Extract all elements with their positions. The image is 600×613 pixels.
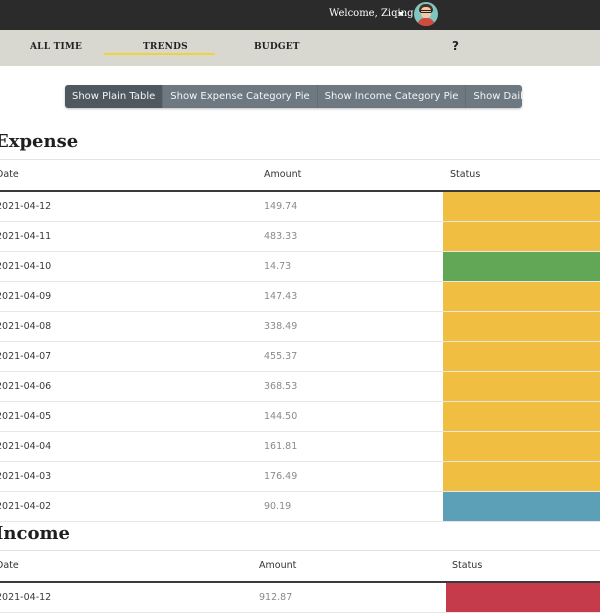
row-amount: 149.74: [264, 201, 298, 212]
row-amount: 14.73: [264, 261, 292, 272]
row-date: 2021-04-07: [0, 351, 52, 362]
nav-trends[interactable]: TRENDS: [143, 42, 188, 52]
show-daily-line-chart-button[interactable]: Show Daily Line Chart: [466, 85, 522, 108]
expense-title: Expense: [0, 131, 79, 152]
table-row: 2021-04-05 144.50: [0, 402, 600, 432]
row-date: 2021-04-04: [0, 441, 52, 452]
nav-all-time[interactable]: ALL TIME: [30, 42, 82, 52]
row-amount: 455.37: [264, 351, 298, 362]
status-badge: [443, 282, 600, 311]
row-date: 2021-04-11: [0, 231, 52, 242]
chevron-down-icon[interactable]: [398, 12, 404, 16]
help-link[interactable]: ?: [452, 39, 459, 53]
column-amount: Amount: [264, 169, 302, 180]
status-badge: [443, 312, 600, 341]
row-amount: 176.49: [264, 471, 298, 482]
income-table: Date Amount Status 2021-04-12 912.87: [0, 550, 600, 613]
show-expense-pie-button[interactable]: Show Expense Category Pie: [163, 85, 318, 108]
column-status: Status: [450, 169, 481, 180]
column-status: Status: [452, 560, 483, 571]
table-row: 2021-04-03 176.49: [0, 462, 600, 492]
row-amount: 338.49: [264, 321, 298, 332]
row-amount: 144.50: [264, 411, 298, 422]
table-row: 2021-04-06 368.53: [0, 372, 600, 402]
row-date: 2021-04-06: [0, 381, 52, 392]
row-date: 2021-04-03: [0, 471, 52, 482]
avatar[interactable]: [414, 2, 438, 26]
column-date: Date: [0, 169, 19, 180]
status-badge: [443, 192, 600, 221]
row-date: 2021-04-08: [0, 321, 52, 332]
table-row: 2021-04-10 14.73: [0, 252, 600, 282]
row-date: 2021-04-10: [0, 261, 52, 272]
row-amount: 90.19: [264, 501, 292, 512]
row-date: 2021-04-12: [0, 201, 52, 212]
table-row: 2021-04-11 483.33: [0, 222, 600, 252]
status-badge: [443, 342, 600, 371]
column-amount: Amount: [259, 560, 297, 571]
column-date: Date: [0, 560, 19, 571]
view-toggle-group: Show Plain Table Show Expense Category P…: [65, 85, 522, 108]
main-nav: [0, 30, 600, 66]
show-income-pie-button[interactable]: Show Income Category Pie: [317, 85, 467, 108]
row-amount: 147.43: [264, 291, 298, 302]
status-badge: [443, 462, 600, 491]
row-amount: 483.33: [264, 231, 298, 242]
nav-budget[interactable]: BUDGET: [254, 42, 300, 52]
status-badge: [443, 252, 600, 281]
row-date: 2021-04-12: [0, 592, 52, 603]
table-row: 2021-04-12 149.74: [0, 192, 600, 222]
status-badge: [443, 222, 600, 251]
status-badge: [443, 432, 600, 461]
row-amount: 912.87: [259, 592, 293, 603]
table-row: 2021-04-12 912.87: [0, 583, 600, 613]
status-badge: [443, 402, 600, 431]
table-row: 2021-04-02 90.19: [0, 492, 600, 522]
income-title: Income: [0, 523, 70, 544]
row-date: 2021-04-02: [0, 501, 52, 512]
table-header: Date Amount Status: [0, 550, 600, 583]
table-row: 2021-04-04 161.81: [0, 432, 600, 462]
status-badge: [446, 583, 600, 612]
expense-table: Date Amount Status 2021-04-12149.742021-…: [0, 159, 600, 522]
show-plain-table-button[interactable]: Show Plain Table: [65, 85, 164, 108]
table-header: Date Amount Status: [0, 159, 600, 192]
top-bar: Welcome, Ziqing: [0, 0, 600, 30]
status-badge: [443, 372, 600, 401]
row-date: 2021-04-05: [0, 411, 52, 422]
row-amount: 368.53: [264, 381, 298, 392]
table-row: 2021-04-09 147.43: [0, 282, 600, 312]
row-date: 2021-04-09: [0, 291, 52, 302]
row-amount: 161.81: [264, 441, 298, 452]
table-row: 2021-04-07 455.37: [0, 342, 600, 372]
active-tab-indicator: [104, 53, 215, 55]
status-badge: [443, 492, 600, 521]
table-row: 2021-04-08 338.49: [0, 312, 600, 342]
